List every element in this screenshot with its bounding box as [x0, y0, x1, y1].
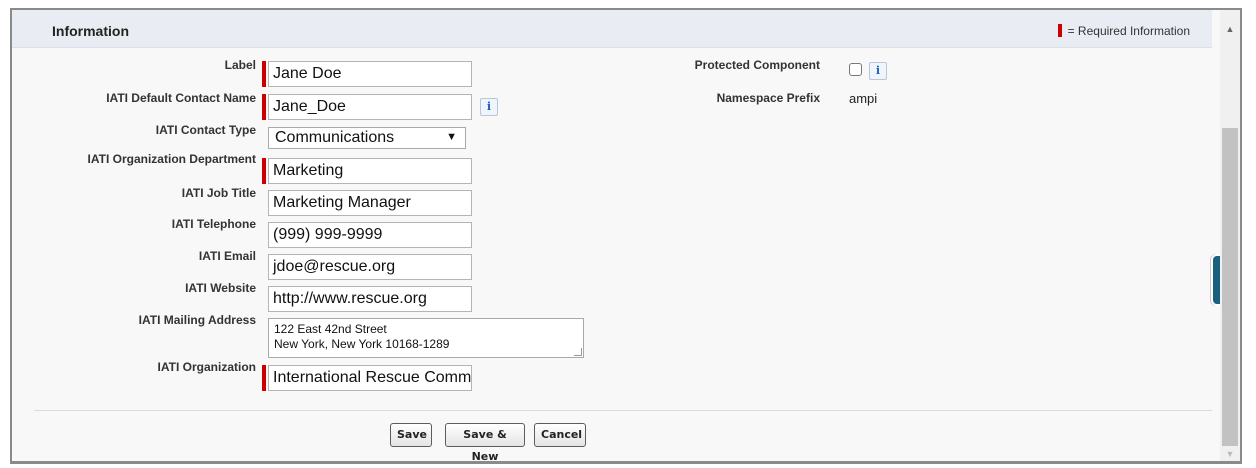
- protected-component-label: Protected Component: [694, 58, 820, 72]
- section-header: Information = Required Information: [12, 10, 1212, 48]
- org-department-label: IATI Organization Department: [87, 152, 256, 166]
- website-label: IATI Website: [185, 281, 256, 295]
- save-and-new-button[interactable]: Save & New: [445, 423, 525, 461]
- contact-name-input[interactable]: Jane_Doe: [268, 94, 472, 120]
- cancel-button[interactable]: Cancel: [534, 423, 586, 447]
- website-input[interactable]: http://www.rescue.org: [268, 286, 472, 312]
- vertical-scrollbar[interactable]: ▲ ▼: [1220, 10, 1240, 461]
- organization-input[interactable]: International Rescue Comm: [268, 365, 472, 391]
- mailing-address-label: IATI Mailing Address: [138, 313, 256, 327]
- scroll-up-icon[interactable]: ▲: [1220, 20, 1240, 38]
- organization-label: IATI Organization: [157, 360, 256, 374]
- email-label: IATI Email: [198, 249, 256, 263]
- namespace-prefix-label: Namespace Prefix: [716, 91, 820, 105]
- label-field-label: Label: [224, 58, 256, 72]
- required-marker-icon: [262, 94, 266, 120]
- required-legend: = Required Information: [1057, 24, 1190, 38]
- contact-type-label: IATI Contact Type: [155, 123, 256, 137]
- required-marker-icon: [262, 365, 266, 391]
- required-legend-text: = Required Information: [1067, 24, 1190, 38]
- required-marker-icon: [262, 158, 266, 184]
- email-input[interactable]: jdoe@rescue.org: [268, 254, 472, 280]
- scroll-down-icon[interactable]: ▼: [1220, 445, 1240, 461]
- contact-type-value: Communications: [275, 129, 395, 146]
- edit-panel: Information = Required Information Label…: [10, 8, 1242, 464]
- required-marker-icon: [262, 61, 266, 87]
- label-input[interactable]: Jane Doe: [268, 61, 472, 87]
- job-title-label: IATI Job Title: [181, 186, 256, 200]
- button-bar: Save Save & New Cancel: [34, 410, 1212, 461]
- form-area: Label Jane Doe IATI Default Contact Name…: [34, 48, 1237, 410]
- mailing-address-textarea[interactable]: 122 East 42nd Street New York, New York …: [268, 318, 584, 358]
- protected-component-checkbox[interactable]: [849, 63, 862, 76]
- telephone-label: IATI Telephone: [171, 217, 256, 231]
- org-department-input[interactable]: Marketing: [268, 158, 472, 184]
- scroll-thumb[interactable]: [1222, 128, 1238, 446]
- info-icon[interactable]: i: [480, 98, 498, 116]
- telephone-input[interactable]: (999) 999-9999: [268, 222, 472, 248]
- required-marker-icon: [1057, 24, 1062, 37]
- contact-type-select[interactable]: Communications ▼: [268, 127, 466, 149]
- chevron-down-icon: ▼: [446, 131, 457, 143]
- mailing-address-line1: 122 East 42nd Street: [274, 322, 387, 336]
- save-button[interactable]: Save: [390, 423, 432, 447]
- contact-name-label: IATI Default Contact Name: [106, 91, 256, 105]
- section-title: Information: [52, 23, 129, 39]
- namespace-prefix-value: ampi: [849, 91, 878, 106]
- resize-grip-icon[interactable]: [574, 348, 582, 356]
- info-icon[interactable]: i: [869, 62, 887, 80]
- job-title-input[interactable]: Marketing Manager: [268, 190, 472, 216]
- mailing-address-line2: New York, New York 10168-1289: [274, 337, 450, 351]
